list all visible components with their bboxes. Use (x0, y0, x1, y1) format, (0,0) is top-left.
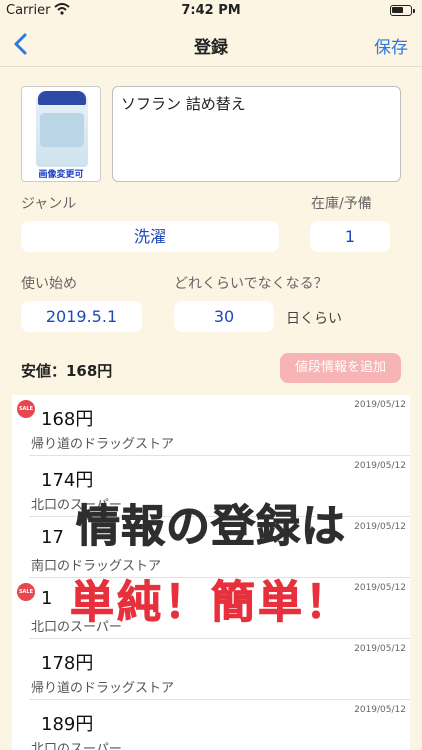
stock-field[interactable]: 1 (310, 221, 390, 252)
promo-caption-line1: 情報の登録は (76, 501, 346, 553)
add-price-button[interactable]: 値段情報を追加 (280, 353, 401, 383)
row-shop: 帰り道のドラッグストア (31, 437, 175, 452)
row-date: 2019/05/12 (354, 461, 406, 471)
battery-icon (390, 5, 415, 16)
row-date: 2019/05/12 (354, 705, 406, 715)
product-image (36, 91, 88, 167)
row-date: 2019/05/12 (354, 644, 406, 654)
duration-label: どれくらいでなくなる？ (174, 276, 328, 292)
row-price: 178円 (41, 653, 94, 674)
genre-label: ジャンル (21, 196, 77, 212)
row-price: 174円 (41, 470, 94, 491)
stock-label: 在庫/予備 (311, 196, 372, 212)
status-time: 7:42 PM (181, 3, 241, 18)
item-name-field[interactable]: ソフラン 詰め替え (112, 86, 401, 182)
cheapest-price: 安値：168円 (21, 362, 113, 380)
navigation-bar: 登録 保存 (0, 22, 422, 67)
save-button[interactable]: 保存 (374, 33, 408, 58)
page-title: 登録 (194, 38, 228, 58)
genre-field[interactable]: 洗濯 (21, 221, 279, 252)
start-date-field[interactable]: 2019.5.1 (21, 301, 142, 332)
price-row[interactable]: SALE 168円 帰り道のドラッグストア 2019/05/12 (12, 395, 410, 456)
status-bar: Carrier 7:42 PM (0, 0, 422, 22)
row-shop: 北口のスーパー (31, 742, 122, 750)
start-date-label: 使い始め (21, 276, 77, 292)
price-row[interactable]: 189円 北口のスーパー 2019/05/12 (12, 700, 410, 750)
price-row[interactable]: 178円 帰り道のドラッグストア 2019/05/12 (12, 639, 410, 700)
image-caption: 画像変更可 (38, 170, 84, 180)
row-shop: 帰り道のドラッグストア (31, 681, 175, 696)
sale-badge: SALE (17, 400, 35, 418)
row-price: 189円 (41, 714, 94, 735)
row-date: 2019/05/12 (354, 400, 406, 410)
promo-caption-line2: 単純！簡単！ (70, 577, 352, 629)
row-price: 168円 (41, 409, 94, 430)
duration-unit: 日くらい (286, 311, 342, 327)
item-image-button[interactable]: 画像変更可 (21, 86, 101, 182)
duration-field[interactable]: 30 (174, 301, 274, 332)
